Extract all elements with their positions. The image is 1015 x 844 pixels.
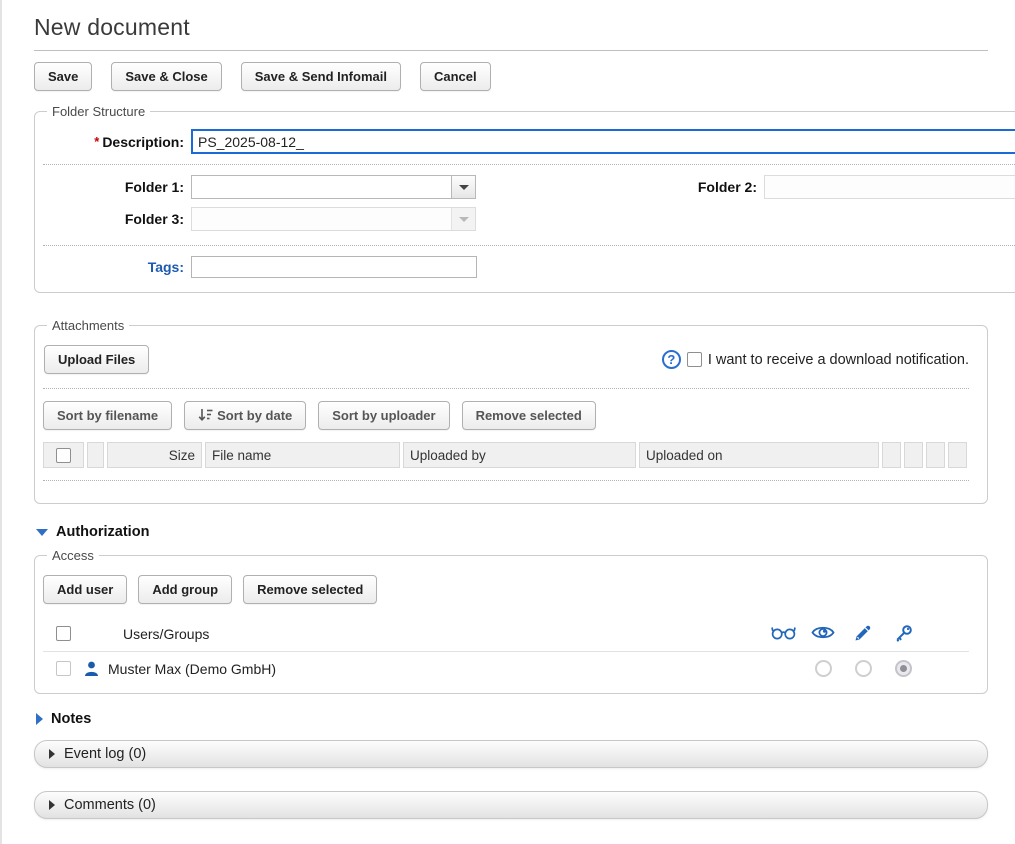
permission-radio-full[interactable]	[895, 660, 912, 677]
access-legend: Access	[47, 548, 99, 563]
attachments-table-header: Size File name Uploaded by Uploaded on	[43, 442, 969, 468]
event-log-bar[interactable]: Event log (0)	[34, 740, 988, 768]
toolbar: Save Save & Close Save & Send Infomail C…	[34, 62, 988, 91]
expand-arrow-icon	[36, 713, 43, 725]
select-all-cell	[43, 442, 84, 468]
permission-radio-view[interactable]	[815, 660, 832, 677]
select-all-checkbox[interactable]	[56, 448, 71, 463]
add-group-button[interactable]: Add group	[138, 575, 232, 604]
authorization-section-toggle[interactable]: Authorization	[36, 524, 988, 540]
attachments-legend: Attachments	[47, 318, 129, 333]
folder1-dropdown-button[interactable]	[451, 176, 475, 198]
pencil-icon[interactable]	[854, 624, 872, 643]
separator	[43, 164, 1015, 165]
attachments-fieldset: Attachments Upload Files ? I want to rec…	[34, 318, 988, 504]
remove-selected-access-button[interactable]: Remove selected	[243, 575, 377, 604]
sort-by-uploader-button[interactable]: Sort by uploader	[318, 401, 449, 430]
folder1-combobox[interactable]	[191, 175, 476, 199]
download-notification-checkbox[interactable]	[687, 352, 702, 367]
expand-arrow-icon	[49, 749, 55, 759]
uploaded-on-column-header[interactable]: Uploaded on	[639, 442, 879, 468]
folder2-input	[765, 176, 1015, 198]
help-icon[interactable]: ?	[662, 350, 681, 369]
file-name-column-header[interactable]: File name	[205, 442, 400, 468]
key-icon[interactable]	[894, 624, 913, 643]
collapse-arrow-icon	[36, 529, 48, 536]
download-notification-group: ? I want to receive a download notificat…	[662, 350, 969, 369]
save-button[interactable]: Save	[34, 62, 92, 91]
users-groups-header: Users/Groups	[123, 626, 209, 642]
description-input[interactable]	[191, 129, 1015, 154]
folder3-label: Folder 3:	[43, 211, 191, 227]
access-table: Users/Groups Muster Max (Demo GmbH)	[43, 616, 969, 685]
access-table-header-row: Users/Groups	[43, 616, 969, 652]
extra-column-header	[904, 442, 923, 468]
event-log-label: Event log (0)	[64, 746, 146, 762]
download-notification-label: I want to receive a download notificatio…	[708, 352, 969, 368]
sort-by-filename-button[interactable]: Sort by filename	[43, 401, 172, 430]
folder2-combobox	[764, 175, 1015, 199]
add-user-button[interactable]: Add user	[43, 575, 127, 604]
cancel-button[interactable]: Cancel	[420, 62, 491, 91]
user-row-checkbox[interactable]	[56, 661, 71, 676]
permission-radio-edit[interactable]	[855, 660, 872, 677]
folder1-label: Folder 1:	[43, 179, 191, 195]
separator	[43, 480, 969, 481]
save-close-button[interactable]: Save & Close	[111, 62, 221, 91]
expand-arrow-icon	[49, 800, 55, 810]
chevron-down-icon	[459, 217, 469, 222]
eye-icon[interactable]	[811, 624, 835, 643]
folder3-dropdown-button	[451, 208, 475, 230]
folder-structure-fieldset: Folder Structure *Description: Folder 1:…	[34, 104, 1015, 293]
sort-descending-icon	[198, 408, 213, 422]
extra-column-header	[948, 442, 967, 468]
glasses-icon[interactable]	[771, 624, 796, 643]
page: New document Save Save & Close Save & Se…	[0, 0, 1015, 844]
folder3-combobox	[191, 207, 476, 231]
notes-title: Notes	[51, 711, 91, 727]
user-icon	[84, 661, 99, 677]
sort-by-date-button[interactable]: Sort by date	[184, 401, 306, 430]
tags-label: Tags:	[43, 259, 191, 275]
access-select-all-checkbox[interactable]	[56, 626, 71, 641]
folder1-input[interactable]	[192, 176, 451, 198]
separator	[43, 388, 969, 389]
description-label: *Description:	[43, 134, 191, 150]
authorization-title: Authorization	[56, 524, 149, 540]
uploaded-by-column-header[interactable]: Uploaded by	[403, 442, 636, 468]
access-fieldset: Access Add user Add group Remove selecte…	[34, 548, 988, 694]
size-column-header[interactable]: Size	[107, 442, 202, 468]
page-title: New document	[34, 14, 988, 41]
title-divider	[34, 50, 988, 51]
folder-structure-legend: Folder Structure	[47, 104, 150, 119]
access-user-row: Muster Max (Demo GmbH)	[43, 652, 969, 685]
separator	[43, 245, 1015, 246]
comments-label: Comments (0)	[64, 797, 156, 813]
folder2-label: Folder 2:	[599, 179, 764, 195]
required-marker: *	[94, 134, 99, 149]
comments-bar[interactable]: Comments (0)	[34, 791, 988, 819]
icon-column-header	[87, 442, 104, 468]
save-send-infomail-button[interactable]: Save & Send Infomail	[241, 62, 401, 91]
user-name: Muster Max (Demo GmbH)	[108, 661, 276, 677]
folder3-input	[192, 208, 451, 230]
remove-selected-attachments-button[interactable]: Remove selected	[462, 401, 596, 430]
extra-column-header	[882, 442, 901, 468]
upload-files-button[interactable]: Upload Files	[44, 345, 149, 374]
notes-section-toggle[interactable]: Notes	[36, 711, 988, 727]
chevron-down-icon	[459, 185, 469, 190]
extra-column-header	[926, 442, 945, 468]
tags-input[interactable]	[191, 256, 477, 278]
